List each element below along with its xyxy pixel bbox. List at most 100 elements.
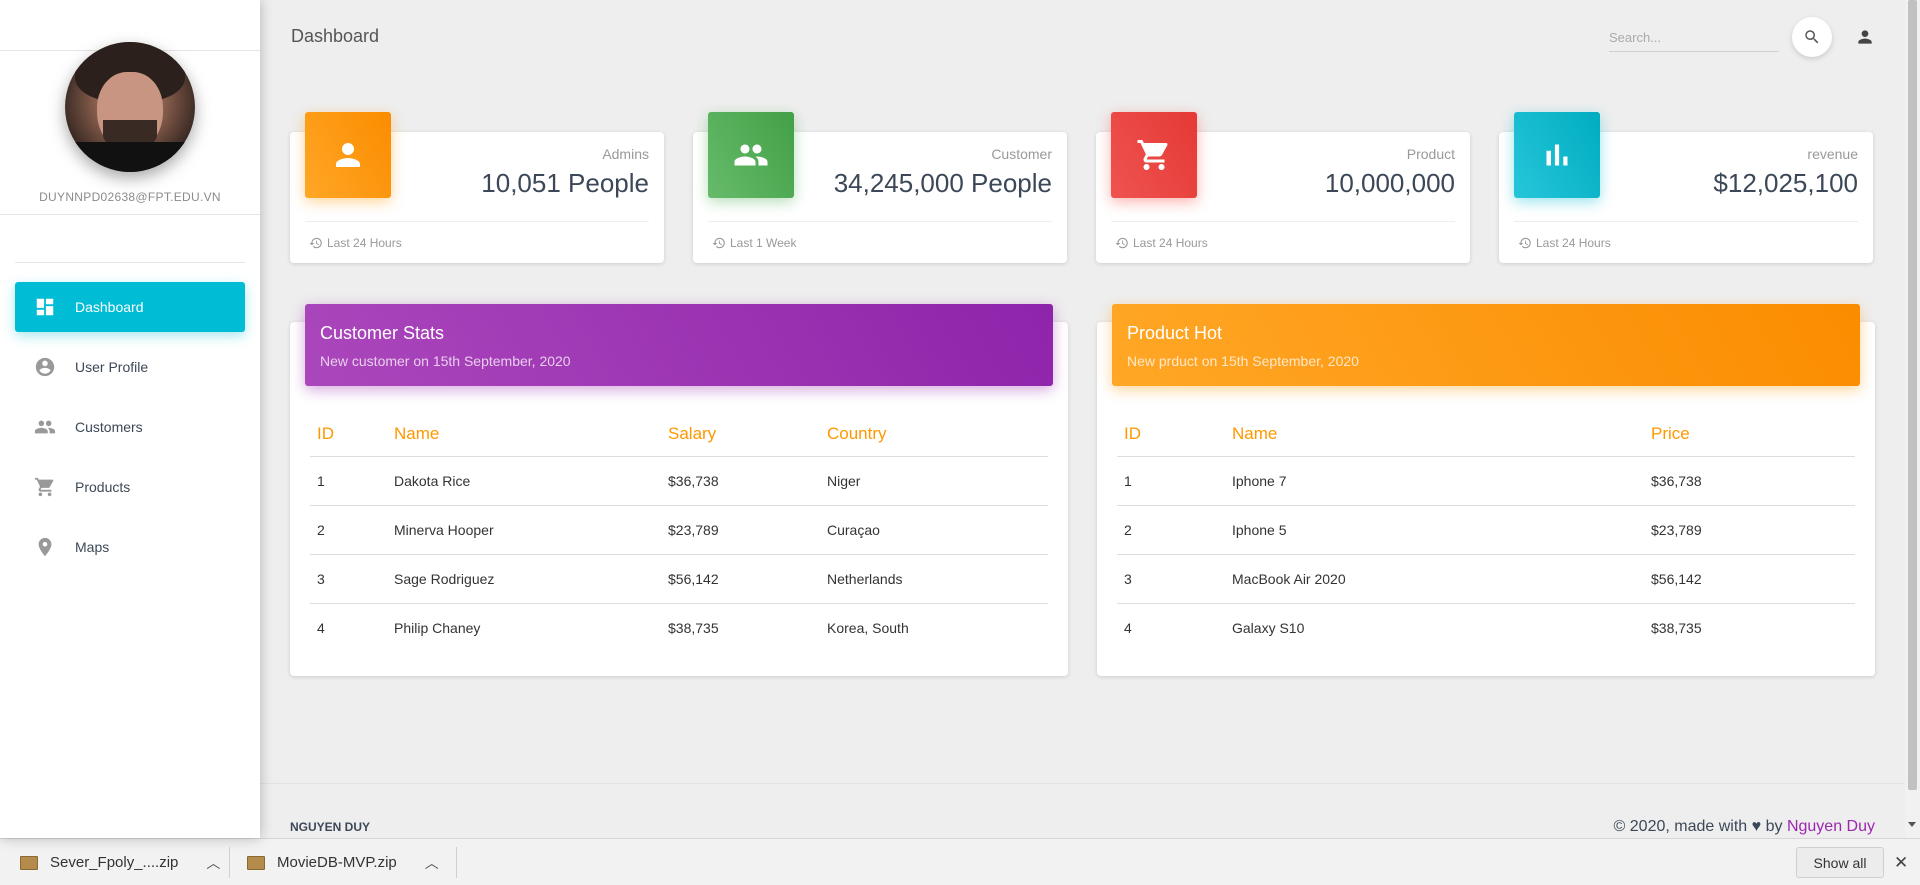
sidebar-item-dashboard[interactable]: Dashboard <box>15 282 245 332</box>
stat-value: 10,000,000 <box>1324 168 1455 198</box>
stat-footer: Last 24 Hours <box>1518 236 1611 250</box>
cell: Dakota Rice <box>387 456 661 506</box>
cell: $38,735 <box>668 619 719 636</box>
cell: Niger <box>820 456 1048 506</box>
search-button[interactable] <box>1792 17 1832 57</box>
card-subtitle: New prduct on 15th September, 2020 <box>1127 353 1359 369</box>
history-icon <box>1115 237 1128 249</box>
stat-card-admins: Admins 10,051 People Last 24 Hours <box>290 112 664 263</box>
cell: $56,142 <box>1644 554 1855 604</box>
footer-copyright: © 2020, made with ♥ by Nguyen Duy <box>1614 818 1875 836</box>
cart-icon <box>33 475 57 499</box>
bar-chart-icon <box>1514 112 1600 198</box>
stat-value: 34,245,000 People <box>833 168 1052 198</box>
stat-value: 10,051 People <box>481 168 649 198</box>
sidebar-divider <box>0 214 260 215</box>
table-row: 1 Dakota Rice $36,738 Niger <box>310 456 1048 506</box>
cell: 3 <box>310 554 387 604</box>
download-item[interactable]: MovieDB-MVP.zip ︿ <box>247 839 439 885</box>
table-row: 3 Sage Rodriguez $56,142 Netherlands <box>310 554 1048 604</box>
cell: 4 <box>317 619 325 636</box>
sidebar-item-label: Maps <box>75 539 110 555</box>
sidebar-item-products[interactable]: Products <box>15 462 245 512</box>
product-table: ID Name Price 1 Iphone 7 $36,738 2 Iphon… <box>1117 412 1855 652</box>
cell: Sage Rodriguez <box>387 554 661 604</box>
scrollbar-thumb[interactable] <box>1908 0 1917 790</box>
customer-table: ID Name Salary Country 1 Dakota Rice $36… <box>310 412 1048 652</box>
column-header: Name <box>387 412 661 457</box>
stat-label: Admins <box>602 146 649 162</box>
person-icon <box>305 112 391 198</box>
footer-brand[interactable]: NGUYEN DUY <box>290 820 370 834</box>
cell: Philip Chaney <box>394 619 481 636</box>
column-header: Price <box>1644 412 1855 457</box>
author-link[interactable]: Nguyen Duy <box>1787 818 1875 835</box>
show-all-button[interactable]: Show all <box>1796 847 1884 878</box>
download-filename: Sever_Fpoly_....zip <box>50 854 179 871</box>
cell: Korea, South <box>827 619 909 636</box>
page-title: Dashboard <box>291 26 380 46</box>
avatar[interactable] <box>65 42 195 172</box>
stat-value: $12,025,100 <box>1713 168 1858 198</box>
column-header: ID <box>1117 412 1225 457</box>
vertical-scrollbar[interactable] <box>1905 0 1920 838</box>
cell: $23,789 <box>661 505 820 555</box>
cell: 2 <box>310 505 387 555</box>
cart-icon <box>1111 112 1197 198</box>
divider <box>305 221 649 222</box>
cell: Netherlands <box>820 554 1048 604</box>
chevron-up-icon[interactable]: ︿ <box>206 853 220 873</box>
person-icon <box>1858 30 1872 44</box>
card-header: Product Hot New prduct on 15th September… <box>1112 304 1860 386</box>
product-hot-card: Product Hot New prduct on 15th September… <box>1097 304 1875 676</box>
table-row: 2 Minerva Hooper $23,789 Curaçao <box>310 505 1048 555</box>
search-input[interactable] <box>1609 24 1779 51</box>
close-icon[interactable]: ✕ <box>1894 853 1908 873</box>
dashboard-icon <box>33 295 57 319</box>
sidebar-item-customers[interactable]: Customers <box>15 402 245 452</box>
stat-label: Product <box>1406 146 1455 162</box>
scroll-down-arrow-icon[interactable] <box>1908 822 1916 827</box>
chevron-up-icon[interactable]: ︿ <box>425 853 439 873</box>
search-icon <box>1805 30 1819 44</box>
copyright-text: © 2020, made with <box>1613 818 1748 835</box>
download-item[interactable]: Sever_Fpoly_....zip ︿ <box>20 839 220 885</box>
cell: 1 <box>1117 456 1225 506</box>
cell: 1 <box>310 456 387 506</box>
sidebar-item-label: User Profile <box>75 359 149 375</box>
search-field[interactable] <box>1609 24 1779 52</box>
divider <box>708 221 1052 222</box>
zip-file-icon <box>247 855 265 870</box>
location-pin-icon <box>33 535 57 559</box>
cell: $36,738 <box>661 456 820 506</box>
table-header-row: ID Name Salary Country <box>310 412 1048 457</box>
stat-footer-text: Last 24 Hours <box>1536 236 1611 250</box>
cell: $56,142 <box>661 554 820 604</box>
card-header: Customer Stats New customer on 15th Sept… <box>305 304 1053 386</box>
heart-icon: ♥ <box>1751 818 1762 835</box>
table-row: 4 Philip Chaney $38,735 Korea, South <box>310 603 1048 652</box>
cell: Iphone 7 <box>1225 456 1644 506</box>
stat-card-product: Product 10,000,000 Last 24 Hours <box>1096 112 1470 263</box>
stat-card-customer: Customer 34,245,000 People Last 1 Week <box>693 112 1067 263</box>
cell: 2 <box>1117 505 1225 555</box>
divider <box>1111 221 1455 222</box>
table-row: 4 Galaxy S10 $38,735 <box>1117 603 1855 652</box>
history-icon <box>309 237 322 249</box>
cell: 4 <box>1124 619 1132 636</box>
people-icon <box>33 415 57 439</box>
account-circle-icon <box>33 355 57 379</box>
sidebar-item-maps[interactable]: Maps <box>15 522 245 572</box>
sidebar-item-user-profile[interactable]: User Profile <box>15 342 245 392</box>
user-menu-button[interactable] <box>1852 24 1878 50</box>
cell: $38,735 <box>1651 619 1702 636</box>
main-content: Dashboard Admins 10,051 People Last 24 H… <box>260 0 1905 838</box>
card-title: Customer Stats <box>320 323 445 343</box>
cell: 3 <box>1117 554 1225 604</box>
sidebar-item-label: Customers <box>75 419 143 435</box>
user-email: DUYNNPD02638@FPT.EDU.VN <box>39 190 221 204</box>
stat-label: revenue <box>1807 146 1858 162</box>
cell: Minerva Hooper <box>387 505 661 555</box>
history-icon <box>712 237 725 249</box>
cell: Curaçao <box>820 505 1048 555</box>
